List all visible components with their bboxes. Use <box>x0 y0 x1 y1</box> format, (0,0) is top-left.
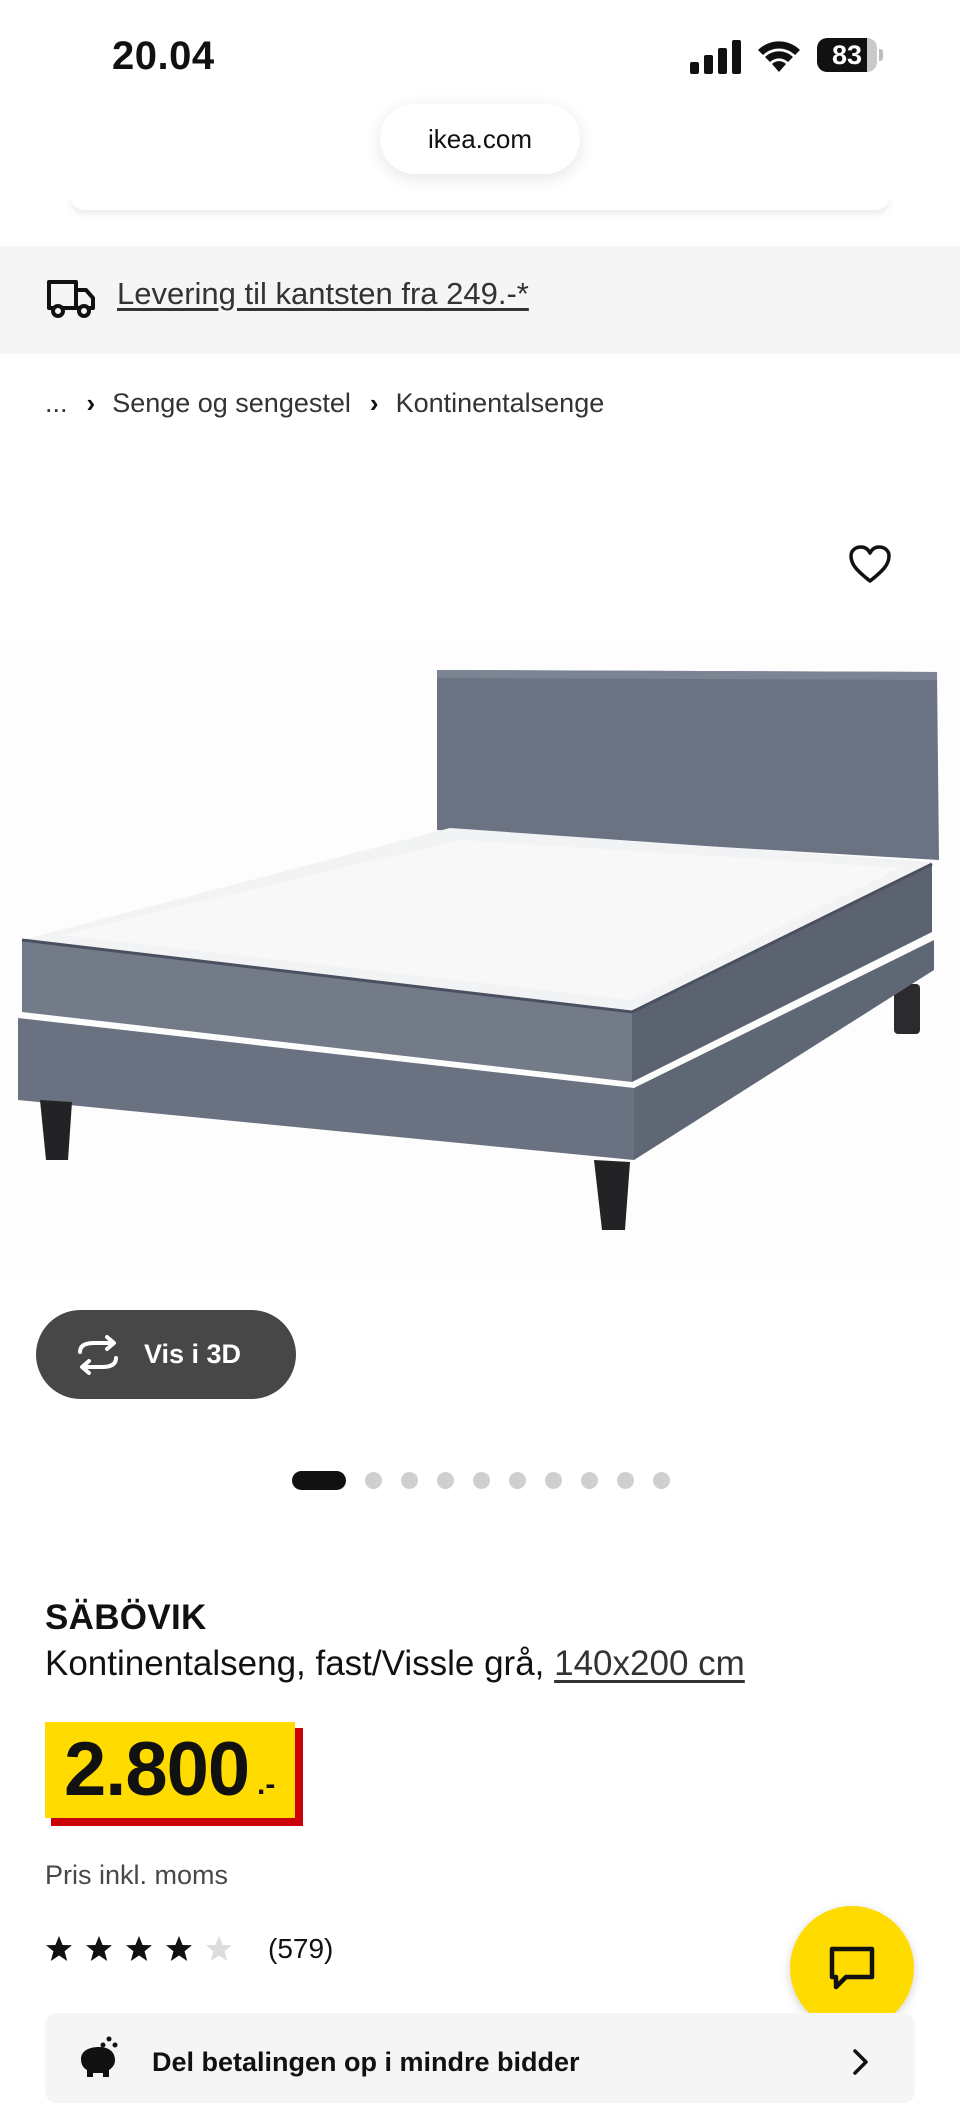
breadcrumb-ellipsis[interactable]: ... <box>45 388 68 419</box>
product-name: SÄBÖVIK <box>45 1598 207 1637</box>
product-description: Kontinentalseng, fast/Vissle grå, 140x20… <box>45 1644 745 1684</box>
battery-level: 83 <box>831 40 863 70</box>
product-image[interactable] <box>0 640 960 1280</box>
gallery-dot[interactable] <box>473 1471 490 1489</box>
gallery-dot[interactable] <box>401 1471 418 1489</box>
gallery-dot[interactable] <box>437 1471 454 1489</box>
installment-label: Del betalingen op i mindre bidder <box>152 2047 580 2077</box>
product-description-text: Kontinentalseng, fast/Vissle grå, <box>45 1644 545 1683</box>
star-filled-icon <box>86 1936 112 1961</box>
chat-button[interactable] <box>790 1906 914 2030</box>
product-rating[interactable]: (579) <box>44 1931 333 1967</box>
chevron-right-icon: › <box>369 387 379 418</box>
price-amount: 2.800 <box>64 1727 250 1812</box>
battery-icon: 83 <box>817 38 883 72</box>
star-filled-icon <box>126 1936 152 1961</box>
view-3d-button[interactable]: Vis i 3D <box>36 1310 296 1399</box>
rating-stars <box>44 1934 244 1964</box>
status-time: 20.04 <box>112 34 215 78</box>
delivery-link[interactable]: Levering til kantsten fra 249.-* <box>117 276 529 312</box>
gallery-dot[interactable] <box>545 1471 562 1489</box>
heart-icon <box>849 545 891 583</box>
breadcrumb: ... › Senge og sengestel › Kontinentalse… <box>45 383 604 423</box>
chevron-right-icon: › <box>86 387 96 418</box>
piggy-bank-icon <box>81 2036 118 2077</box>
gallery-dot[interactable] <box>581 1471 598 1489</box>
delivery-banner: Levering til kantsten fra 249.-* <box>0 246 960 354</box>
wifi-icon <box>758 41 800 72</box>
view-3d-label: Vis i 3D <box>144 1339 242 1369</box>
gallery-dot[interactable] <box>653 1471 670 1489</box>
installment-card[interactable]: Del betalingen op i mindre bidder <box>45 2013 915 2103</box>
breadcrumb-item-senge[interactable]: Senge og sengestel <box>112 388 351 419</box>
status-bar: 20.04 83 <box>0 0 960 110</box>
url-bar[interactable]: ikea.com <box>380 104 580 174</box>
gallery-pagination[interactable] <box>292 1469 689 1491</box>
breadcrumb-item-kontinentalsenge[interactable]: Kontinentalsenge <box>396 388 605 419</box>
chat-icon <box>829 1946 875 1990</box>
gallery-dot[interactable] <box>509 1471 526 1489</box>
truck-icon <box>47 280 95 318</box>
rotate-3d-icon <box>78 1334 118 1375</box>
price-note: Pris inkl. moms <box>45 1860 229 1890</box>
header-divider <box>70 196 890 210</box>
product-size-link[interactable]: 140x200 cm <box>554 1644 745 1683</box>
gallery-dot[interactable] <box>617 1471 634 1489</box>
gallery-dot[interactable] <box>365 1471 382 1489</box>
star-filled-icon <box>166 1936 192 1961</box>
chevron-right-icon <box>853 2049 868 2075</box>
price-tag: 2.800 .- <box>45 1722 303 1826</box>
star-filled-icon <box>46 1936 72 1961</box>
signal-icon <box>690 40 741 74</box>
review-count[interactable]: (579) <box>268 1933 333 1965</box>
gallery-dot-active[interactable] <box>292 1470 346 1490</box>
favorite-button[interactable] <box>846 540 894 588</box>
price-suffix: .- <box>257 1768 276 1801</box>
star-empty-icon <box>206 1936 232 1961</box>
